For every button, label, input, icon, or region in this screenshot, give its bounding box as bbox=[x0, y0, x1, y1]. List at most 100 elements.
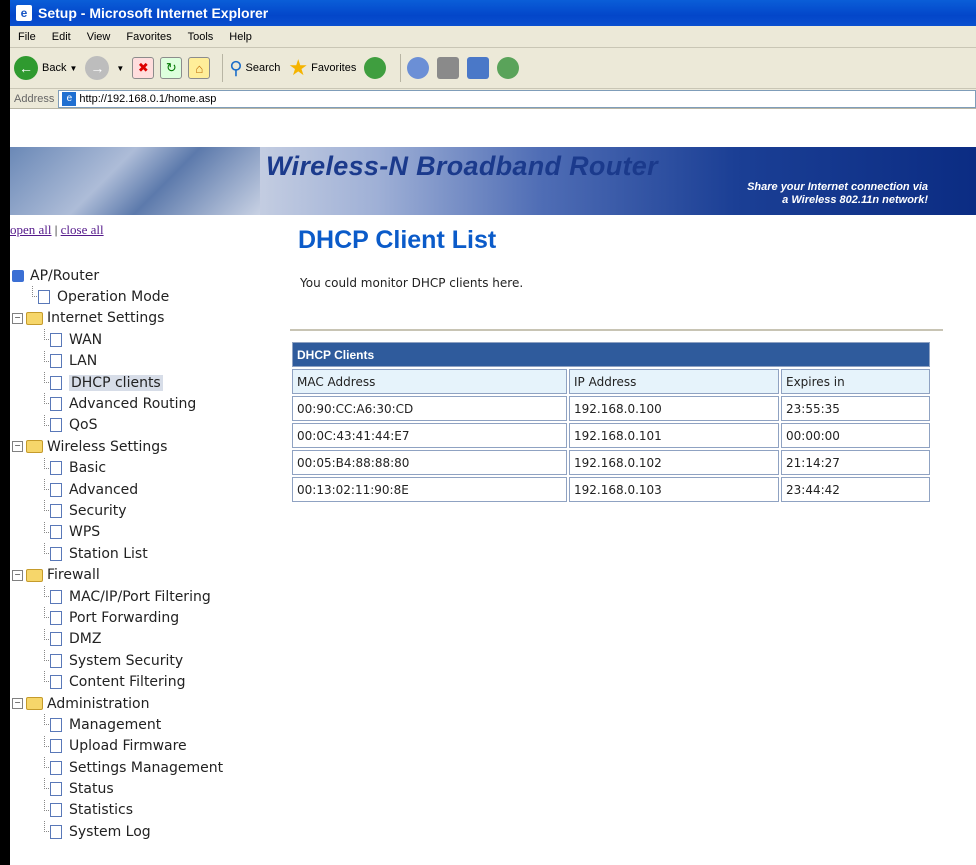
back-button[interactable]: ← Back ▼ bbox=[14, 56, 77, 80]
tree-item-basic[interactable]: Basic bbox=[12, 457, 223, 479]
table-row: 00:90:CC:A6:30:CD 192.168.0.100 23:55:35 bbox=[292, 396, 930, 421]
collapse-icon[interactable]: − bbox=[12, 698, 23, 709]
collapse-icon[interactable]: − bbox=[12, 312, 23, 324]
tree-item-advanced[interactable]: Advanced bbox=[12, 478, 223, 500]
mail-icon[interactable] bbox=[407, 57, 430, 79]
banner-photo bbox=[10, 147, 260, 215]
menu-view[interactable]: View bbox=[79, 31, 119, 43]
tree-item-operation-mode[interactable]: Operation Mode bbox=[12, 286, 223, 307]
window-title: Setup - Microsoft Internet Explorer bbox=[38, 5, 269, 21]
mac-cell: 00:90:CC:A6:30:CD bbox=[292, 396, 567, 421]
menu-tools[interactable]: Tools bbox=[180, 31, 222, 43]
address-field[interactable]: e http://192.168.0.1/home.asp bbox=[58, 89, 976, 108]
tree-item-label: Station List bbox=[69, 545, 148, 562]
edit-icon[interactable] bbox=[467, 57, 490, 79]
tree-item-status[interactable]: Status bbox=[12, 778, 223, 799]
mac-cell: 00:05:B4:88:88:80 bbox=[292, 450, 567, 475]
folder-icon bbox=[26, 440, 43, 454]
search-button[interactable]: ⚲ Search bbox=[229, 58, 280, 79]
address-bar: Address e http://192.168.0.1/home.asp bbox=[10, 89, 976, 109]
tree-folder-internet-settings[interactable]: − Internet Settings bbox=[12, 308, 223, 329]
tree-item-dmz[interactable]: DMZ bbox=[12, 628, 223, 650]
expires-cell: 23:55:35 bbox=[781, 396, 930, 421]
menu-favorites[interactable]: Favorites bbox=[118, 31, 179, 43]
tree-item-port-forwarding[interactable]: Port Forwarding bbox=[12, 607, 223, 628]
tree-folder-wireless-settings[interactable]: − Wireless Settings bbox=[12, 436, 223, 457]
back-label: Back bbox=[42, 62, 67, 74]
expires-cell: 23:44:42 bbox=[781, 477, 930, 502]
menu-edit[interactable]: Edit bbox=[44, 31, 79, 43]
tree-item-label: Advanced bbox=[69, 481, 139, 498]
tree-item-management[interactable]: Management bbox=[12, 714, 223, 735]
tree-folder-label: Firewall bbox=[47, 567, 100, 584]
tree-item-system-security[interactable]: System Security bbox=[12, 650, 223, 671]
close-all-link[interactable]: close all bbox=[61, 222, 104, 237]
tree-root-label: AP/Router bbox=[30, 267, 100, 284]
column-header-mac: MAC Address bbox=[292, 369, 567, 394]
column-header-ip: IP Address bbox=[569, 369, 779, 394]
tree-item-label: LAN bbox=[69, 353, 98, 370]
tree-root[interactable]: AP/Router bbox=[12, 265, 223, 286]
tree-folder-administration[interactable]: − Administration bbox=[12, 693, 223, 714]
tree-item-system-log[interactable]: System Log bbox=[12, 821, 223, 842]
back-arrow-icon: ← bbox=[14, 56, 38, 80]
tree-item-qos[interactable]: QoS bbox=[12, 414, 223, 436]
page-icon bbox=[50, 803, 62, 818]
messenger-icon[interactable] bbox=[497, 57, 520, 79]
tree-item-settings-management[interactable]: Settings Management bbox=[12, 756, 223, 778]
menu-help[interactable]: Help bbox=[221, 31, 260, 43]
home-icon[interactable]: ⌂ bbox=[188, 57, 211, 79]
forward-button[interactable]: → ▼ bbox=[85, 56, 124, 80]
favorites-star-icon: ★ bbox=[288, 55, 309, 80]
page-icon bbox=[50, 717, 62, 732]
folder-icon bbox=[26, 697, 43, 710]
router-banner: Wireless-N Broadband Router Share your I… bbox=[10, 147, 976, 215]
divider bbox=[290, 329, 943, 331]
tree-item-lan[interactable]: LAN bbox=[12, 350, 223, 372]
tree-item-label: DHCP clients bbox=[69, 374, 163, 391]
toolbar-separator bbox=[222, 54, 224, 82]
tree-item-label: Status bbox=[69, 781, 114, 798]
tree-item-station-list[interactable]: Station List bbox=[12, 543, 223, 564]
back-dropdown-icon[interactable]: ▼ bbox=[69, 64, 77, 73]
stop-icon[interactable]: ✖ bbox=[132, 57, 155, 79]
page-icon bbox=[50, 675, 62, 690]
tree-item-advanced-routing[interactable]: Advanced Routing bbox=[12, 393, 223, 414]
media-icon[interactable] bbox=[364, 57, 387, 79]
page-icon bbox=[50, 610, 62, 625]
collapse-icon[interactable]: − bbox=[12, 569, 23, 581]
tree-item-dhcp-clients[interactable]: DHCP clients bbox=[12, 371, 223, 393]
page-icon bbox=[50, 546, 62, 561]
banner-tagline-line1: Share your Internet connection via bbox=[747, 181, 928, 193]
tree-item-content-filtering[interactable]: Content Filtering bbox=[12, 671, 223, 692]
collapse-icon[interactable]: − bbox=[12, 441, 23, 453]
tree-folder-label: Wireless Settings bbox=[47, 438, 168, 455]
menu-file[interactable]: File bbox=[10, 31, 44, 43]
page-icon bbox=[38, 290, 50, 305]
expires-cell: 21:14:27 bbox=[781, 450, 930, 475]
ip-cell: 192.168.0.102 bbox=[569, 450, 779, 475]
tree-folder-firewall[interactable]: − Firewall bbox=[12, 564, 223, 585]
print-icon[interactable] bbox=[437, 57, 460, 79]
favorites-button[interactable]: ★ Favorites bbox=[288, 55, 356, 81]
refresh-icon[interactable]: ↻ bbox=[160, 57, 183, 79]
open-all-link[interactable]: open all bbox=[10, 222, 52, 237]
tree-item-wps[interactable]: WPS bbox=[12, 521, 223, 543]
address-url: http://192.168.0.1/home.asp bbox=[79, 92, 217, 105]
forward-dropdown-icon[interactable]: ▼ bbox=[116, 64, 124, 73]
page-icon bbox=[50, 503, 62, 518]
tree-item-upload-firmware[interactable]: Upload Firmware bbox=[12, 735, 223, 757]
tree-item-statistics[interactable]: Statistics bbox=[12, 799, 223, 821]
browser-window: e Setup - Microsoft Internet Explorer Fi… bbox=[10, 0, 976, 865]
favorites-label: Favorites bbox=[311, 62, 357, 74]
ip-cell: 192.168.0.103 bbox=[569, 477, 779, 502]
menu-bar: File Edit View Favorites Tools Help bbox=[10, 26, 976, 48]
page-content: Wireless-N Broadband Router Share your I… bbox=[10, 147, 976, 865]
tree-item-wan[interactable]: WAN bbox=[12, 329, 223, 350]
tree-item-mac-ip-port-filtering[interactable]: MAC/IP/Port Filtering bbox=[12, 585, 223, 607]
page-description: You could monitor DHCP clients here. bbox=[300, 276, 524, 290]
tree-item-security[interactable]: Security bbox=[12, 500, 223, 521]
page-icon: e bbox=[62, 91, 77, 106]
table-row: 00:13:02:11:90:8E 192.168.0.103 23:44:42 bbox=[292, 477, 930, 502]
tree-item-label: Basic bbox=[69, 460, 107, 477]
